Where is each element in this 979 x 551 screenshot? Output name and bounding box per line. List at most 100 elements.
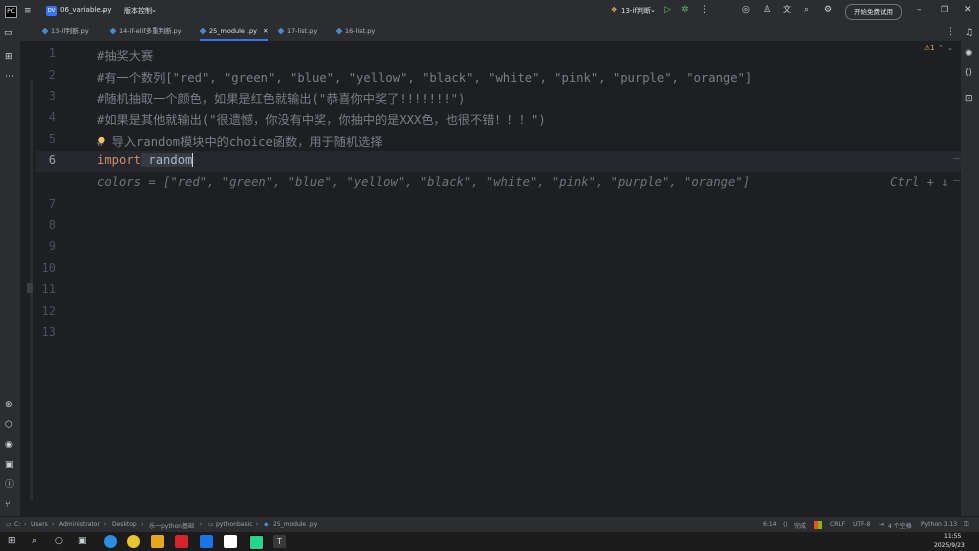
debug-icon[interactable]: ✲ [681, 5, 689, 15]
code-line-import[interactable]: import random [97, 153, 194, 167]
chrome-browser-icon[interactable] [127, 535, 140, 548]
prev-highlight-icon[interactable]: ⌃ [938, 44, 944, 52]
breadcrumb-item[interactable]: Users [31, 521, 48, 528]
breadcrumb-item[interactable]: pythonbasic [216, 521, 253, 528]
breadcrumb-item[interactable]: 乐一python基础 [149, 521, 194, 530]
code-line-comment[interactable]: # 导入random模块中的choice函数，用于随机选择 [97, 132, 383, 150]
pycharm-taskbar-icon[interactable] [249, 535, 264, 550]
caret-position[interactable]: 6:14 [763, 521, 776, 528]
line-separator[interactable]: CRLF [830, 521, 845, 528]
indent-icon: ⇥ [879, 521, 885, 528]
clock-date[interactable]: 2025/9/23 [934, 542, 965, 549]
python-console-icon[interactable]: ⬡ [5, 420, 13, 430]
vcs-chevron-down-icon[interactable]: ⌄ [151, 6, 157, 14]
file-explorer-icon[interactable] [151, 535, 164, 548]
restore-icon[interactable]: ❐ [941, 5, 948, 15]
close-icon[interactable]: ✕ [964, 5, 972, 15]
fold-marker[interactable] [953, 158, 960, 159]
indent-setting[interactable]: 4 个空格 [888, 521, 912, 530]
folder-icon: ▭ [208, 521, 214, 528]
line-number: 11 [41, 282, 56, 296]
breadcrumb-separator-icon: › [256, 521, 259, 528]
terminal-icon[interactable]: ▣ [5, 460, 14, 470]
clock-time[interactable]: 11:55 [944, 533, 961, 540]
tab-label: 17-list.py [287, 27, 318, 35]
python-file-icon [199, 27, 207, 35]
project-folder-icon[interactable]: ▭ [4, 28, 13, 38]
main-menu-icon[interactable]: ≡ [24, 6, 32, 16]
start-windows-icon[interactable]: ⊞ [8, 536, 16, 546]
git-icon[interactable]: ⑂ [5, 500, 10, 510]
start-trial-button[interactable]: 开始免费试用 [845, 4, 902, 20]
completion-shortcut-hint: Ctrl + ↓ [890, 175, 949, 189]
tab-close-icon[interactable]: ✕ [263, 27, 268, 35]
ai-status[interactable]: 完成 [794, 521, 806, 530]
tab-13-if[interactable]: 13-if判断.py [41, 22, 89, 41]
breadcrumb-item[interactable]: Desktop [112, 521, 137, 528]
problems-icon[interactable]: ⓘ [5, 480, 14, 490]
run-config-chevron-down-icon[interactable]: ⌄ [650, 6, 656, 14]
wps-office-icon[interactable] [175, 535, 188, 548]
code-line-comment[interactable]: #如果是其他就输出("很遗憾，你没有中奖，你抽中的是XXX色，也很不错！！！") [97, 110, 546, 128]
line-number: 7 [48, 197, 56, 211]
structure-icon[interactable]: ⊞ [5, 52, 13, 62]
python-packages-icon[interactable]: ⊛ [5, 400, 13, 410]
app-icon[interactable] [200, 535, 213, 548]
ai-assistant-icon[interactable]: ◎ [742, 5, 750, 15]
code-line-comment[interactable]: #有一个数列["red", "green", "blue", "yellow",… [97, 68, 752, 86]
minimize-icon[interactable]: – [917, 5, 922, 15]
database-icon[interactable]: ⊡ [965, 94, 973, 104]
vcs-menu[interactable]: 版本控制 [124, 6, 152, 16]
notifications-bell-icon[interactable]: ♫ [965, 28, 973, 38]
pycharm-logo-icon[interactable]: PC [5, 6, 17, 18]
code-line-comment[interactable]: #抽奖大赛 [97, 46, 153, 64]
tab-16-list[interactable]: 16-list.py [335, 22, 376, 41]
lock-icon[interactable]: ⚿ [964, 521, 969, 529]
settings-gear-icon[interactable]: ⚙ [824, 5, 832, 15]
tab-label: 13-if判断.py [51, 27, 89, 35]
tab-14-if-elif[interactable]: 14-if-elif多重判断.py [109, 22, 182, 41]
breadcrumb-item[interactable]: Administrator [59, 521, 100, 528]
fold-marker[interactable] [953, 180, 960, 181]
inline-completion-suggestion[interactable]: colors = ["red", "green", "blue", "yello… [97, 175, 750, 189]
status-bar: ▭ C: › Users › Administrator › Desktop ›… [0, 516, 979, 533]
more-tools-icon[interactable]: ⋯ [5, 72, 14, 82]
next-highlight-icon[interactable]: ⌄ [947, 44, 953, 52]
widgets-icon[interactable]: ▣ [78, 536, 87, 546]
breadcrumb-item[interactable]: C: [14, 521, 20, 528]
tab-25-module[interactable]: 25_module .py ✕ [199, 22, 269, 41]
file-encoding[interactable]: UTF-8 [853, 521, 871, 528]
edge-browser-icon[interactable] [104, 535, 117, 548]
python-interpreter[interactable]: Python 3.13 [921, 521, 957, 528]
translate-icon[interactable]: 文 [783, 5, 791, 15]
python-file-icon [277, 27, 285, 35]
tabs-more-icon[interactable]: ⋮ [946, 27, 955, 37]
more-actions-icon[interactable]: ⋮ [700, 5, 709, 15]
search-icon[interactable]: ⌕ [804, 5, 809, 15]
task-view-icon[interactable]: ○ [55, 536, 63, 546]
text-caret [192, 153, 194, 167]
run-icon[interactable]: ▷ [664, 5, 671, 15]
breadcrumb-separator-icon: › [24, 521, 27, 528]
editor-tabs: 13-if判断.py 14-if-elif多重判断.py 25_module .… [0, 22, 979, 42]
project-chevron-down-icon[interactable]: ⌄ [101, 6, 107, 14]
search-icon[interactable]: ⌕ [32, 536, 37, 546]
breadcrumb-separator-icon: › [52, 521, 55, 528]
line-number: 1 [48, 46, 56, 60]
module-name: random [141, 153, 193, 167]
line-number: 8 [48, 218, 56, 232]
line-number: 5 [48, 132, 56, 146]
code-with-me-icon[interactable]: ⟨⟩ [965, 68, 972, 78]
tab-label: 16-list.py [345, 27, 376, 35]
tab-17-list[interactable]: 17-list.py [277, 22, 318, 41]
breadcrumb-item[interactable]: 25_module .py [273, 521, 317, 528]
account-icon[interactable]: ♙ [763, 5, 771, 15]
capcut-icon[interactable] [224, 535, 237, 548]
run-config-selector[interactable]: 13-if判断 [621, 6, 651, 16]
text-editor-icon[interactable]: T [273, 535, 286, 548]
intention-bulb-icon[interactable]: ● [98, 135, 105, 144]
code-line-comment[interactable]: #随机抽取一个颜色，如果是红色就输出("恭喜你中奖了!!!!!!!") [97, 89, 465, 107]
ai-chat-icon[interactable]: ✺ [965, 49, 973, 59]
warning-indicator[interactable]: ⚠1 [924, 44, 935, 52]
services-icon[interactable]: ◉ [5, 440, 13, 450]
